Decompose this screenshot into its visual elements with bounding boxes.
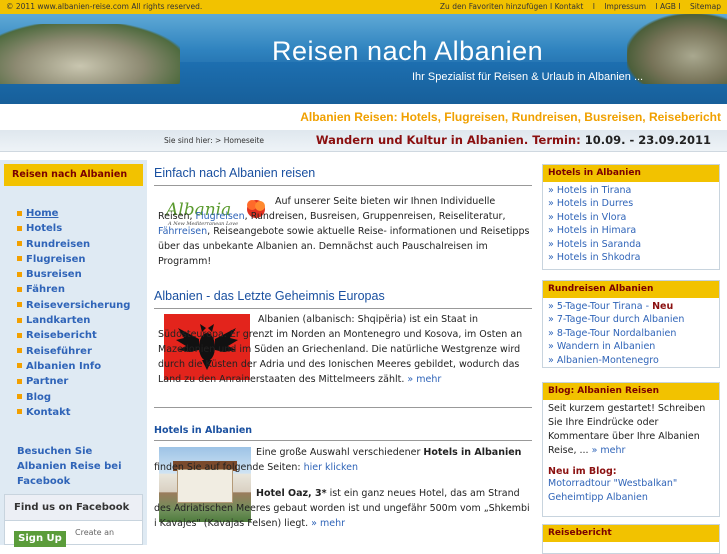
- section-title-geheimnis: Albanien - das Letzte Geheimnis Europas: [154, 289, 532, 309]
- sidebar-item-landkarten[interactable]: Landkarten: [17, 313, 130, 328]
- breadcrumb: Sie sind hier: > Homeseite: [164, 136, 265, 145]
- rundreisen-list: » 5-Tage-Tour Tirana - Neu » 7-Tage-Tour…: [543, 298, 719, 369]
- agb-link[interactable]: I AGB I: [655, 2, 680, 11]
- sidebar-item-busreisen[interactable]: Busreisen: [17, 267, 130, 282]
- neu-badge: Neu: [652, 301, 674, 312]
- tour-link-8-tage[interactable]: » 8-Tage-Tour Nordalbanien: [548, 327, 714, 340]
- bullet-icon: [17, 225, 22, 231]
- sidebar-item-reisebericht[interactable]: Reisebericht: [17, 328, 130, 343]
- faehrreisen-link[interactable]: Fährreisen: [158, 226, 207, 237]
- sidebar-item-partner[interactable]: Partner: [17, 374, 130, 389]
- bullet-icon: [17, 271, 22, 277]
- hotel-link-durres[interactable]: » Hotels in Durres: [548, 197, 714, 210]
- sidebar-item-faehren[interactable]: Fähren: [17, 282, 130, 297]
- hotel-link-tirana[interactable]: » Hotels in Tirana: [548, 184, 714, 197]
- blog-more-link[interactable]: » mehr: [592, 445, 626, 456]
- intro-paragraph: Auf unserer Seite bieten wir Ihnen Indiv…: [158, 196, 530, 267]
- bullet-icon: [17, 394, 22, 400]
- sidebar-item-albanien-info[interactable]: Albanien Info: [17, 359, 130, 374]
- flugreisen-link[interactable]: Flugreisen: [196, 211, 245, 222]
- bullet-icon: [17, 378, 22, 384]
- sidebar-item-home[interactable]: Home: [17, 206, 130, 221]
- hotels-paragraph: Eine große Auswahl verschiedener Hotels …: [154, 447, 522, 473]
- bullet-icon: [17, 286, 22, 292]
- geheimnis-more-link[interactable]: » mehr: [404, 374, 441, 385]
- bullet-icon: [17, 363, 22, 369]
- sidebar-item-flugreisen[interactable]: Flugreisen: [17, 252, 130, 267]
- facebook-widget: Find us on Facebook Sign Up Create an: [4, 494, 143, 547]
- site-title[interactable]: Reisen nach Albanien: [272, 36, 543, 67]
- bullet-icon: [17, 332, 22, 338]
- hotels-list: » Hotels in Tirana » Hotels in Durres » …: [543, 182, 719, 266]
- bullet-icon: [17, 317, 22, 323]
- hotel-link-saranda[interactable]: » Hotels in Saranda: [548, 238, 714, 251]
- bullet-icon: [17, 302, 22, 308]
- event-date: 10.09. - 23.09.2011: [584, 133, 711, 147]
- sidebar-item-kontakt[interactable]: Kontakt: [17, 405, 130, 420]
- sidebar-item-blog[interactable]: Blog: [17, 390, 130, 405]
- event-text: Wandern und Kultur in Albanien. Termin:: [315, 133, 585, 147]
- favorites-kontakt-link[interactable]: Zu den Favoriten hinzufügen I Kontakt: [440, 2, 583, 11]
- facebook-visit-link[interactable]: Besuchen Sie Albanien Reise bei Facebook: [17, 444, 142, 489]
- hotel-link-vlora[interactable]: » Hotels in Vlora: [548, 211, 714, 224]
- breadcrumb-bar: Sie sind hier: > Homeseite Wandern und K…: [0, 130, 727, 152]
- blog-link-motorradtour[interactable]: Motorradtour "Westbalkan": [548, 477, 714, 491]
- copyright-text: © 2011 www.albanien-reise.com All rights…: [6, 2, 203, 11]
- top-bar: © 2011 www.albanien-reise.com All rights…: [0, 0, 727, 14]
- sidebar-item-reiseversicherung[interactable]: Reiseversicherung: [17, 298, 130, 313]
- tagline-bar: Albanien Reisen: Hotels, Flugreisen, Run…: [0, 104, 727, 130]
- bullet-icon: [17, 210, 22, 216]
- header-banner: Reisen nach Albanien Ihr Spezialist für …: [0, 14, 727, 104]
- tour-link-7-tage[interactable]: » 7-Tage-Tour durch Albanien: [548, 313, 714, 326]
- hotel-link-himara[interactable]: » Hotels in Himara: [548, 224, 714, 237]
- rundreisen-box-heading: Rundreisen Albanien: [543, 281, 719, 298]
- reisebericht-box-heading: Reisebericht: [543, 525, 719, 542]
- blog-links: Motorradtour "Westbalkan" Geheimtipp Alb…: [543, 477, 719, 505]
- hotels-box: Hotels in Albanien » Hotels in Tirana » …: [542, 164, 720, 270]
- blog-text: Seit kurzem gestartet! Schreiben Sie Ihr…: [548, 403, 706, 456]
- bullet-icon: [17, 348, 22, 354]
- site-subtitle: Ihr Spezialist für Reisen & Urlaub in Al…: [412, 71, 644, 83]
- rundreisen-box: Rundreisen Albanien » 5-Tage-Tour Tirana…: [542, 280, 720, 368]
- section-title-hotels: Hotels in Albanien: [154, 425, 532, 441]
- tour-link-wandern[interactable]: » Wandern in Albanien: [548, 340, 714, 353]
- sidebar-item-rundreisen[interactable]: Rundreisen: [17, 237, 130, 252]
- left-sidebar: Reisen nach Albanien Home Hotels Rundrei…: [0, 160, 147, 547]
- tour-link-montenegro[interactable]: » Albanien-Montenegro: [548, 354, 714, 367]
- impressum-link[interactable]: Impressum: [604, 2, 646, 11]
- rock-left-image: [0, 24, 180, 84]
- tour-link-5-tage[interactable]: » 5-Tage-Tour Tirana - Neu: [548, 300, 714, 313]
- top-links: Zu den Favoriten hinzufügen I Kontakt I …: [433, 0, 721, 14]
- sidebar-item-hotels[interactable]: Hotels: [17, 221, 130, 236]
- facebook-widget-title: Find us on Facebook: [5, 495, 142, 521]
- hotels-click-link[interactable]: hier klicken: [304, 462, 358, 473]
- divider: [154, 407, 532, 408]
- sidebar-item-reisefuehrer[interactable]: Reiseführer: [17, 344, 130, 359]
- blog-box: Blog: Albanien Reisen Seit kurzem gestar…: [542, 382, 720, 517]
- separator: I: [592, 2, 595, 11]
- blog-new-label: Neu im Blog:: [548, 466, 617, 477]
- section-title-reisen: Einfach nach Albanien reisen: [154, 166, 532, 186]
- hotels-box-heading: Hotels in Albanien: [543, 165, 719, 182]
- event-ticker[interactable]: Wandern und Kultur in Albanien. Termin: …: [316, 133, 711, 147]
- sitemap-link[interactable]: Sitemap: [690, 2, 721, 11]
- blog-box-heading: Blog: Albanien Reisen: [543, 383, 719, 400]
- bullet-icon: [17, 241, 22, 247]
- sidebar-heading: Reisen nach Albanien: [4, 164, 143, 186]
- facebook-create-text: Create an: [75, 528, 115, 537]
- hotel-link-shkodra[interactable]: » Hotels in Shkodra: [548, 251, 714, 264]
- hotel-oaz-more-link[interactable]: » mehr: [308, 518, 345, 529]
- bullet-icon: [17, 256, 22, 262]
- sidebar-nav: Home Hotels Rundreisen Flugreisen Busrei…: [17, 206, 130, 420]
- tagline-text: Albanien Reisen: Hotels, Flugreisen, Run…: [300, 110, 721, 124]
- geheimnis-paragraph: Albanien (albanisch: Shqipëria) ist ein …: [158, 314, 523, 385]
- reisebericht-box: Reisebericht: [542, 524, 720, 554]
- bullet-icon: [17, 409, 22, 415]
- hotel-oaz-paragraph: Hotel Oaz, 3* ist ein ganz neues Hotel, …: [154, 488, 530, 529]
- blog-link-geheimtipp[interactable]: Geheimtipp Albanien: [548, 491, 714, 505]
